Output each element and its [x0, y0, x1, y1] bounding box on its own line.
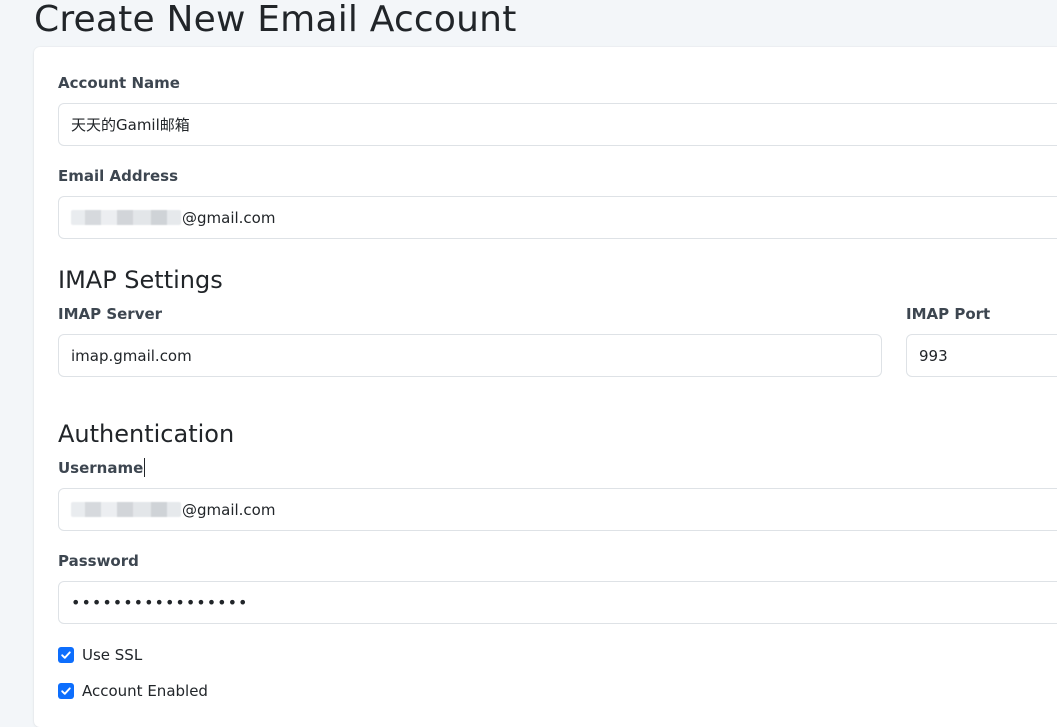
account-name-input[interactable]: 天天的Gamil邮箱 — [58, 103, 1057, 146]
username-label: Username — [58, 458, 146, 478]
imap-server-label: IMAP Server — [58, 305, 163, 323]
password-value: ••••••••••••••••• — [71, 593, 249, 612]
username-input[interactable]: @gmail.com — [58, 488, 1057, 531]
checkmark-icon — [61, 687, 71, 695]
username-label-text: Username — [58, 459, 144, 477]
imap-server-input[interactable]: imap.gmail.com — [58, 334, 882, 377]
email-address-domain: @gmail.com — [182, 208, 276, 227]
authentication-heading: Authentication — [58, 420, 235, 448]
form-card: Account Name 天天的Gamil邮箱 Email Address @g… — [34, 47, 1057, 727]
password-label: Password — [58, 552, 139, 570]
imap-server-value: imap.gmail.com — [71, 346, 192, 365]
use-ssl-checkbox[interactable] — [58, 647, 74, 663]
email-address-label: Email Address — [58, 167, 179, 185]
account-name-value: 天天的Gamil邮箱 — [71, 116, 190, 134]
imap-port-input[interactable]: 993 — [906, 334, 1057, 377]
account-enabled-checkbox[interactable] — [58, 683, 74, 699]
use-ssl-label: Use SSL — [82, 646, 143, 664]
text-cursor — [144, 458, 146, 477]
imap-port-value: 993 — [919, 346, 948, 365]
redacted-email-prefix — [71, 210, 181, 225]
redacted-username-prefix — [71, 502, 181, 517]
account-name-label: Account Name — [58, 74, 180, 92]
checkmark-icon — [61, 651, 71, 659]
page-title: Create New Email Account — [34, 0, 517, 40]
imap-settings-heading: IMAP Settings — [58, 266, 223, 294]
use-ssl-option[interactable]: Use SSL — [58, 646, 142, 664]
account-enabled-option[interactable]: Account Enabled — [58, 682, 208, 700]
password-input[interactable]: ••••••••••••••••• — [58, 581, 1057, 624]
email-address-input[interactable]: @gmail.com — [58, 196, 1057, 239]
username-domain: @gmail.com — [182, 500, 276, 519]
imap-port-label: IMAP Port — [906, 305, 991, 323]
account-enabled-label: Account Enabled — [82, 682, 208, 700]
